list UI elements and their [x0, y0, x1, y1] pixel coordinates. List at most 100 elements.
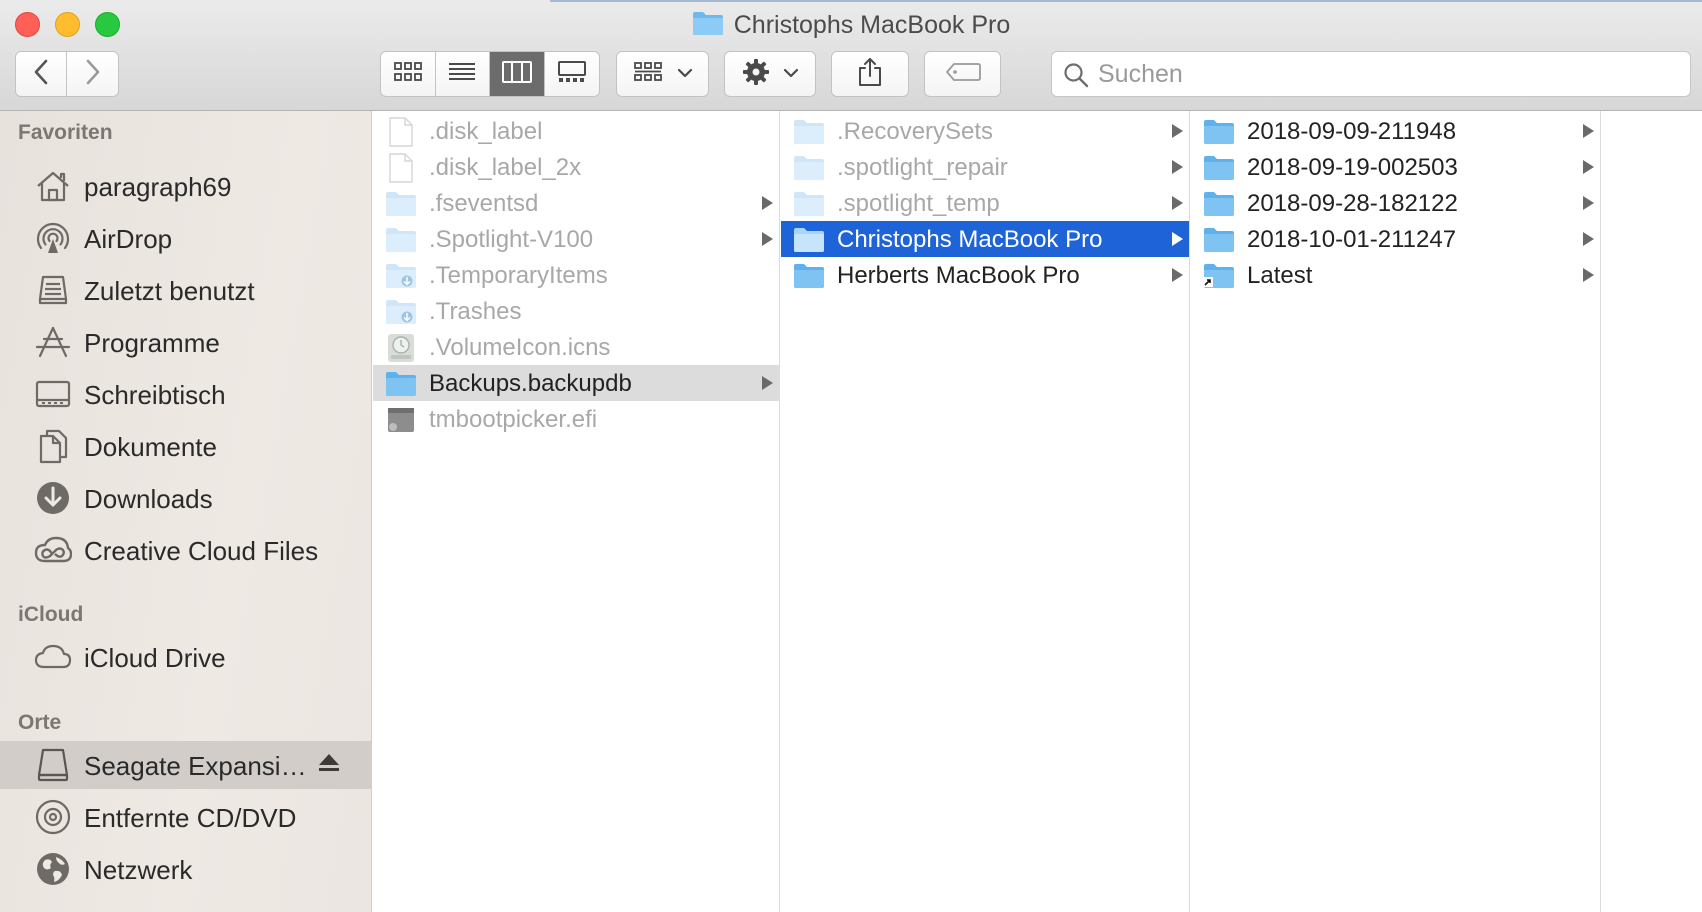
list-item[interactable]: .Trashes	[373, 293, 779, 329]
list-item[interactable]: .Spotlight-V100	[373, 221, 779, 257]
column-snapshots: 2018-09-09-211948 2018-09-19-002503 2018…	[1191, 111, 1601, 912]
list-item[interactable]: Herberts MacBook Pro	[781, 257, 1189, 293]
sidebar-item-remote-disc[interactable]: Entfernte CD/DVD	[0, 793, 371, 841]
sidebar-item-label: Zuletzt benutzt	[84, 276, 255, 306]
forward-button[interactable]	[67, 52, 118, 96]
folder-icon	[793, 153, 825, 181]
item-label: .Spotlight-V100	[429, 226, 594, 253]
list-item[interactable]: Christophs MacBook Pro	[781, 221, 1189, 257]
sidebar-item-home[interactable]: paragraph69	[0, 162, 371, 210]
search-field[interactable]	[1051, 51, 1691, 97]
sidebar-item-applications[interactable]: Programme	[0, 318, 371, 366]
applications-icon	[34, 324, 72, 360]
tags-button[interactable]	[924, 51, 1001, 97]
disclosure-arrow-icon	[1172, 124, 1183, 138]
item-label: .Trashes	[429, 298, 522, 325]
sidebar-item-airdrop[interactable]: AirDrop	[0, 214, 371, 262]
disc-icon	[34, 799, 72, 835]
globe-icon	[34, 851, 72, 887]
share-button[interactable]	[831, 51, 909, 97]
sidebar-section-favorites: Favoriten	[18, 121, 113, 144]
sidebar-item-label: paragraph69	[84, 172, 232, 202]
sidebar-item-label: iCloud Drive	[84, 643, 226, 673]
list-icon	[447, 61, 477, 88]
window-title: Christophs MacBook Pro	[0, 10, 1702, 43]
disclosure-arrow-icon	[1172, 160, 1183, 174]
sidebar: Favoriten paragraph69 AirDrop Zuletzt be…	[0, 111, 372, 912]
folder-icon	[385, 369, 417, 397]
list-item[interactable]: .spotlight_repair	[781, 149, 1189, 185]
gear-icon	[741, 57, 771, 92]
list-item[interactable]: tmbootpicker.efi	[373, 401, 779, 437]
sidebar-item-creative-cloud[interactable]: Creative Cloud Files	[0, 526, 371, 574]
sidebar-item-documents[interactable]: Dokumente	[0, 422, 371, 470]
chevron-down-icon	[677, 65, 693, 83]
item-label: .RecoverySets	[837, 118, 994, 145]
sidebar-item-label: Seagate Expansi…	[84, 751, 307, 781]
folder-icon	[793, 261, 825, 289]
folder-icon	[692, 10, 724, 43]
file-icon	[385, 117, 417, 147]
folder-icon	[1203, 189, 1235, 217]
titlebar-highlight	[550, 0, 1702, 2]
list-item[interactable]: 2018-09-19-002503	[1191, 149, 1600, 185]
disclosure-arrow-icon	[1172, 268, 1183, 282]
item-label: 2018-09-09-211948	[1247, 118, 1457, 145]
item-label: .TemporaryItems	[429, 262, 608, 289]
view-mode-control	[380, 51, 600, 97]
disclosure-arrow-icon	[1583, 196, 1594, 210]
item-label: .spotlight_temp	[837, 190, 1000, 217]
sidebar-item-label: Dokumente	[84, 432, 217, 462]
sidebar-item-label: AirDrop	[84, 224, 173, 254]
sidebar-item-recents[interactable]: Zuletzt benutzt	[0, 266, 371, 314]
creative-cloud-icon	[34, 532, 72, 568]
chevron-down-icon	[783, 65, 799, 83]
list-item[interactable]: 2018-10-01-211247	[1191, 221, 1600, 257]
list-item[interactable]: .disk_label_2x	[373, 149, 779, 185]
downloads-icon	[34, 480, 72, 516]
item-label: .spotlight_repair	[837, 154, 1008, 181]
efi-file-icon	[385, 405, 417, 433]
sidebar-item-label: Downloads	[84, 484, 213, 514]
column-backups: .RecoverySets .spotlight_repair .spotlig…	[781, 111, 1190, 912]
folder-download-icon	[385, 297, 417, 325]
sidebar-item-network[interactable]: Netzwerk	[0, 845, 371, 893]
list-item[interactable]: 2018-09-28-182122	[1191, 185, 1600, 221]
eject-icon[interactable]	[318, 753, 340, 778]
item-label: tmbootpicker.efi	[429, 406, 598, 433]
sidebar-item-label: Netzwerk	[84, 855, 193, 885]
disclosure-arrow-icon	[1583, 124, 1594, 138]
list-view-button[interactable]	[436, 52, 490, 96]
sidebar-item-downloads[interactable]: Downloads	[0, 474, 371, 522]
sidebar-item-desktop[interactable]: Schreibtisch	[0, 370, 371, 418]
list-item[interactable]: .RecoverySets	[781, 113, 1189, 149]
column-view-button[interactable]	[490, 52, 545, 96]
list-item[interactable]: 2018-09-09-211948	[1191, 113, 1600, 149]
back-button[interactable]	[16, 52, 67, 96]
icon-view-button[interactable]	[381, 52, 436, 96]
list-item[interactable]: .fseventsd	[373, 185, 779, 221]
list-item[interactable]: .spotlight_temp	[781, 185, 1189, 221]
list-item[interactable]: .disk_label	[373, 113, 779, 149]
disclosure-arrow-icon	[762, 232, 773, 246]
group-by-button[interactable]	[616, 51, 709, 97]
list-item[interactable]: Latest	[1191, 257, 1600, 293]
folder-icon	[793, 189, 825, 217]
sidebar-item-seagate-drive[interactable]: Seagate Expansi…	[0, 741, 371, 789]
list-item[interactable]: Backups.backupdb	[373, 365, 779, 401]
desktop-icon	[34, 376, 72, 412]
item-label: Christophs MacBook Pro	[837, 226, 1103, 253]
sidebar-section-icloud: iCloud	[18, 603, 84, 626]
item-label: 2018-10-01-211247	[1247, 226, 1457, 253]
gallery-view-button[interactable]	[545, 52, 600, 96]
gallery-icon	[556, 60, 588, 89]
list-item[interactable]: .VolumeIcon.icns	[373, 329, 779, 365]
folder-alias-icon	[1203, 261, 1235, 289]
sidebar-item-icloud-drive[interactable]: iCloud Drive	[0, 633, 371, 681]
airdrop-icon	[34, 220, 72, 256]
list-item[interactable]: .TemporaryItems	[373, 257, 779, 293]
columns-icon	[501, 60, 533, 89]
item-label: .fseventsd	[429, 190, 539, 217]
action-menu-button[interactable]	[724, 51, 816, 97]
search-input[interactable]	[1098, 52, 1678, 96]
